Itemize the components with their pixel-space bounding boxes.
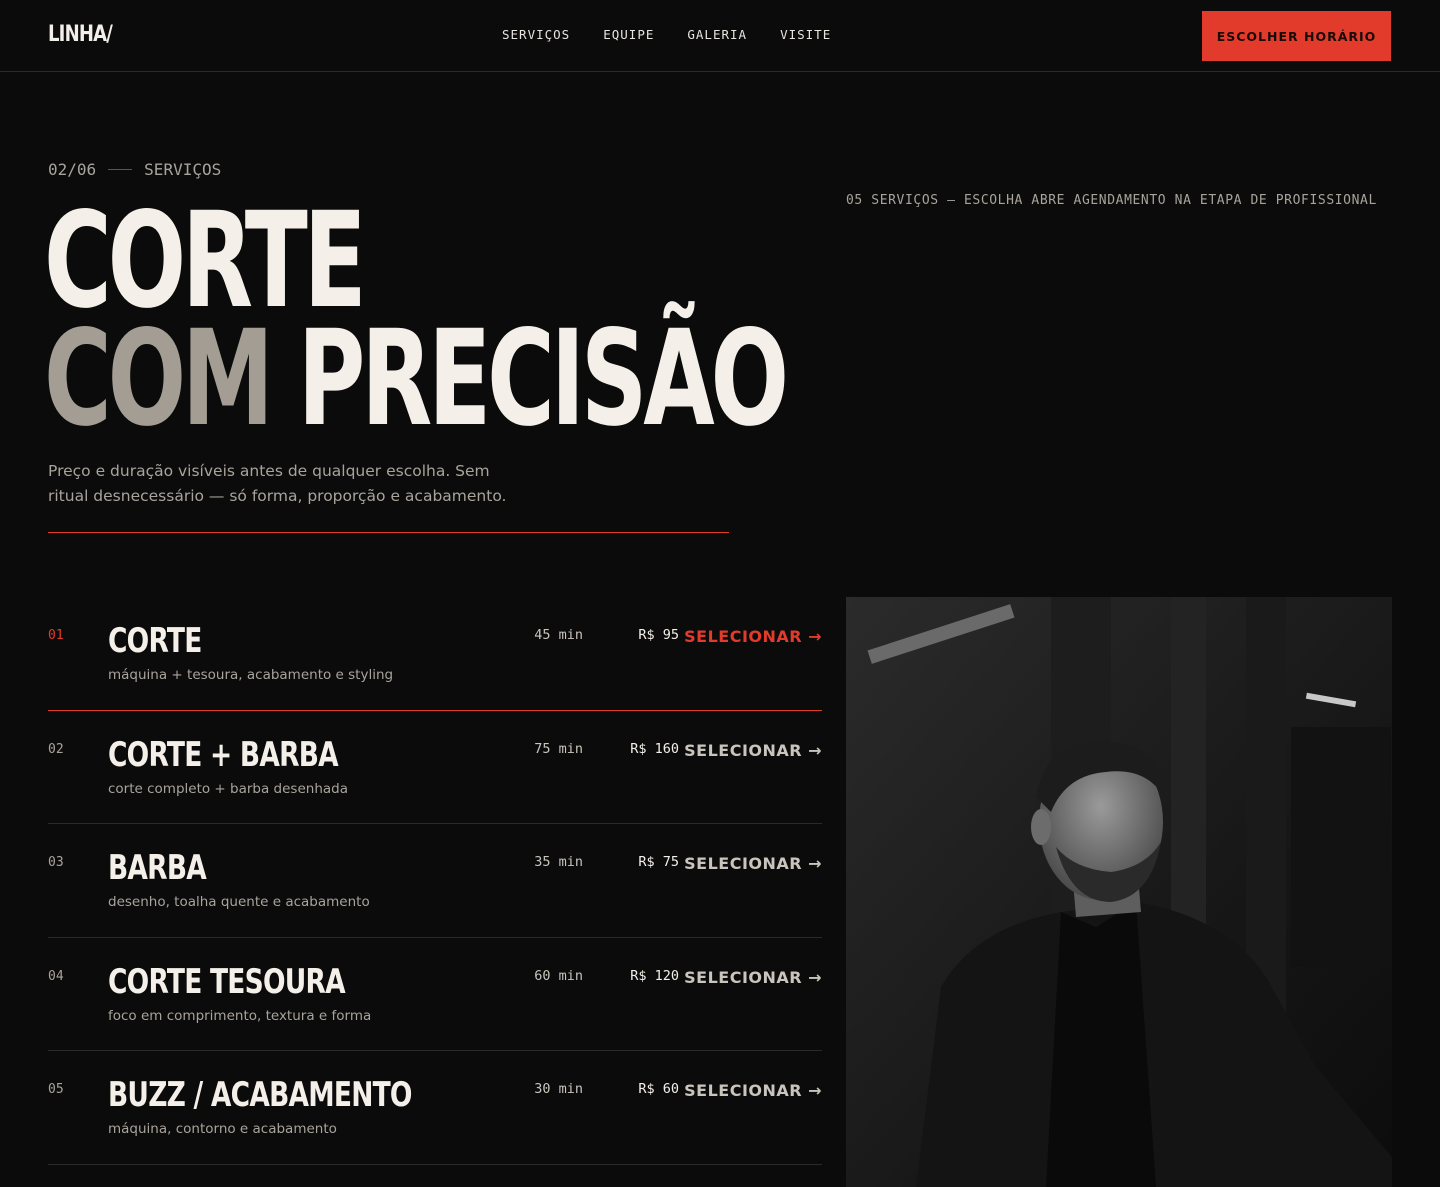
logo[interactable]: LINHA/ xyxy=(48,22,113,47)
select-label: SELECIONAR xyxy=(684,1081,803,1100)
nav-link-visite[interactable]: VISITE xyxy=(780,27,831,42)
service-number: 01 xyxy=(48,628,64,643)
service-description: máquina + tesoura, acabamento e styling xyxy=(108,667,394,683)
hero-subtitle: Preço e duração visíveis antes de qualqu… xyxy=(48,462,507,505)
service-number: 02 xyxy=(48,741,64,757)
arrow-right-icon: → xyxy=(808,1081,822,1100)
page-title: CORTE COM PRECISÃO xyxy=(44,195,789,445)
service-duration: 30 min xyxy=(534,1081,583,1097)
service-duration: 45 min xyxy=(534,627,583,643)
title-muted-word: COM xyxy=(44,302,274,456)
service-description: máquina, contorno e acabamento xyxy=(108,1121,337,1137)
service-number: 04 xyxy=(48,968,64,984)
main-nav: SERVIÇOS EQUIPE GALERIA VISITE xyxy=(502,27,831,42)
service-duration: 35 min xyxy=(534,854,583,870)
arrow-right-icon: → xyxy=(808,854,822,873)
section-eyebrow: 02/06 SERVIÇOS xyxy=(48,160,221,179)
service-description: foco em comprimento, textura e forma xyxy=(108,1007,372,1024)
nav-link-equipe[interactable]: EQUIPE xyxy=(603,27,654,42)
service-title: BUZZ / ACABAMENTO xyxy=(108,1075,412,1115)
title-line-2: PRECISÃO xyxy=(297,302,789,456)
accent-divider xyxy=(48,532,729,533)
select-service-button[interactable]: SELECIONAR → xyxy=(684,1081,822,1100)
service-title: CORTE TESOURA xyxy=(108,961,346,1002)
select-service-button[interactable]: SELECIONAR → xyxy=(684,741,822,760)
step-counter: 02/06 xyxy=(48,160,97,179)
site-header: LINHA/ SERVIÇOS EQUIPE GALERIA VISITE ES… xyxy=(0,0,1440,72)
service-title: BARBA xyxy=(108,848,207,888)
barber-photo-illustration xyxy=(846,597,1392,1187)
select-service-button[interactable]: SELECIONAR → xyxy=(684,854,822,873)
service-description: desenho, toalha quente e acabamento xyxy=(108,894,370,910)
service-price: R$ 160 xyxy=(630,740,679,757)
nav-link-galeria[interactable]: GALERIA xyxy=(687,27,747,42)
services-note: 05 SERVIÇOS — ESCOLHA ABRE AGENDAMENTO N… xyxy=(846,193,1377,208)
eyebrow-divider xyxy=(108,169,133,170)
section-label: SERVIÇOS xyxy=(144,160,222,179)
barber-photo xyxy=(846,597,1392,1187)
service-duration: 60 min xyxy=(534,967,583,984)
service-price: R$ 95 xyxy=(638,627,679,643)
service-row[interactable]: 04 CORTE TESOURA foco em comprimento, te… xyxy=(48,938,822,1051)
select-label: SELECIONAR xyxy=(684,854,803,873)
service-row[interactable]: 03 BARBA desenho, toalha quente e acabam… xyxy=(48,824,822,938)
service-title: CORTE xyxy=(108,621,202,661)
service-price: R$ 60 xyxy=(638,1081,679,1097)
arrow-right-icon: → xyxy=(808,967,822,987)
service-price: R$ 120 xyxy=(630,967,679,984)
select-service-button[interactable]: SELECIONAR → xyxy=(684,968,822,987)
service-row[interactable]: 02 CORTE + BARBA corte completo + barba … xyxy=(48,711,822,824)
select-label: SELECIONAR xyxy=(684,627,803,646)
page: LINHA/ SERVIÇOS EQUIPE GALERIA VISITE ES… xyxy=(0,0,1440,1187)
book-time-button[interactable]: ESCOLHER HORÁRIO xyxy=(1202,11,1391,61)
select-service-button[interactable]: SELECIONAR → xyxy=(684,627,822,646)
select-label: SELECIONAR xyxy=(684,967,803,987)
service-number: 05 xyxy=(48,1082,64,1097)
service-row[interactable]: 05 BUZZ / ACABAMENTO máquina, contorno e… xyxy=(48,1051,822,1165)
services-list: 01 CORTE máquina + tesoura, acabamento e… xyxy=(48,597,822,1165)
select-label: SELECIONAR xyxy=(684,740,803,760)
service-duration: 75 min xyxy=(534,740,583,757)
service-price: R$ 75 xyxy=(638,854,679,870)
arrow-right-icon: → xyxy=(808,740,822,760)
arrow-right-icon: → xyxy=(808,627,822,646)
nav-link-servicos[interactable]: SERVIÇOS xyxy=(502,27,570,42)
service-title: CORTE + BARBA xyxy=(108,734,339,775)
service-number: 03 xyxy=(48,855,64,870)
service-row[interactable]: 01 CORTE máquina + tesoura, acabamento e… xyxy=(48,597,822,711)
service-description: corte completo + barba desenhada xyxy=(108,780,348,797)
